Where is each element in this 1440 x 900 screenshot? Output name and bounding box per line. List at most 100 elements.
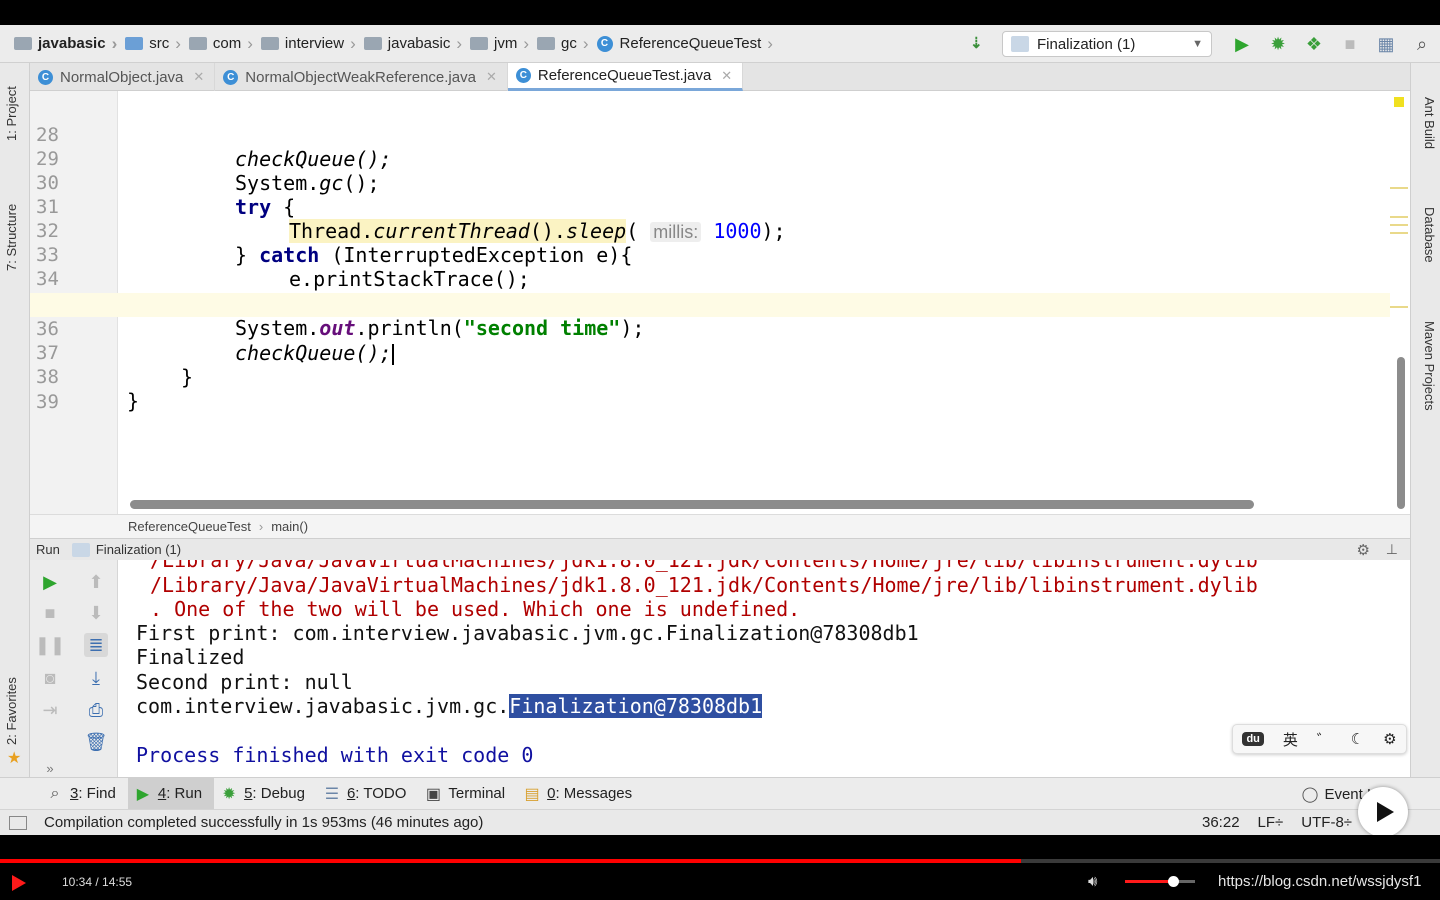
tool-database[interactable]: Database	[1422, 207, 1437, 263]
coverage-icon[interactable]: ❖	[1296, 30, 1332, 58]
tool-project[interactable]: 1: Project	[4, 86, 19, 141]
tool-tab-run[interactable]: ▶ 4: Run	[127, 777, 215, 810]
navigation-bar: javabasic › src › com › interview › javabasi…	[0, 25, 1440, 63]
project-structure-icon[interactable]: ▦	[1368, 30, 1404, 58]
scroll-to-end-icon[interactable]: ⤓	[84, 666, 108, 690]
trash-icon[interactable]: 🗑	[84, 730, 108, 754]
search-icon: ⌕	[50, 784, 60, 802]
tab-reference-queue-test[interactable]: C ReferenceQueueTest.java ✕	[507, 63, 744, 91]
chevron-right-icon: ›	[111, 33, 118, 53]
console-line-path: /Library/Java/JavaVirtualMachines/jdk1.8…	[150, 573, 1258, 597]
error-stripe-mark[interactable]	[1390, 232, 1408, 234]
down-arrow-icon[interactable]: ⬇	[84, 601, 108, 625]
tool-ant-build[interactable]: Ant Build	[1422, 97, 1437, 149]
exit-icon[interactable]: ⇥	[38, 698, 62, 722]
status-message: Compilation completed successfully in 1s…	[44, 814, 484, 831]
file-encoding[interactable]: UTF-8÷	[1301, 814, 1352, 831]
ime-language-toggle[interactable]: 英	[1283, 729, 1298, 750]
analysis-status-icon[interactable]	[1394, 97, 1404, 107]
error-stripe-mark[interactable]	[1390, 306, 1408, 308]
soft-wrap-icon[interactable]: ≣	[84, 633, 108, 657]
breadcrumb-class[interactable]: ReferenceQueueTest	[128, 519, 251, 534]
volume-icon[interactable]: 🔊︎	[1088, 873, 1097, 890]
code-line-39: 39	[36, 391, 59, 413]
close-icon[interactable]: ✕	[193, 69, 204, 85]
package-icon	[537, 37, 555, 50]
close-icon[interactable]: ✕	[486, 69, 497, 85]
run-console[interactable]: /Library/Java/JavaVirtualMachines/jdk1.8…	[118, 560, 1410, 777]
code-editor[interactable]: 28 checkQueue(); 29 System.gc(); 30 try …	[30, 91, 1410, 514]
play-icon[interactable]	[12, 875, 26, 891]
crumb-jvm[interactable]: jvm ›	[470, 25, 537, 62]
camera-icon[interactable]: ◙	[38, 666, 62, 690]
code-line-35: 35 System.out.println("second time");	[36, 293, 645, 340]
error-stripe-mark[interactable]	[1390, 187, 1408, 189]
chevron-right-icon: ›	[258, 519, 264, 534]
code-line-33: 33 e.printStackTrace();	[36, 244, 530, 291]
horizontal-scrollbar[interactable]	[130, 500, 1254, 509]
close-icon[interactable]: ✕	[721, 68, 732, 84]
run-icon[interactable]: ▶	[1224, 30, 1260, 58]
gear-icon[interactable]: ⚙	[1383, 730, 1396, 748]
caret-position[interactable]: 36:22	[1202, 814, 1240, 831]
gear-icon[interactable]: ⚙	[1357, 541, 1370, 559]
tool-maven-projects[interactable]: Maven Projects	[1422, 321, 1437, 411]
tool-tab-messages[interactable]: ▤ 0: Messages	[517, 778, 644, 810]
volume-knob[interactable]	[1168, 876, 1179, 887]
crumb-src[interactable]: src ›	[125, 25, 189, 62]
tab-normal-object[interactable]: C NormalObject.java ✕	[30, 63, 216, 91]
moon-icon[interactable]: ☾	[1351, 730, 1364, 748]
video-play-button[interactable]	[1358, 787, 1408, 837]
crumb-class[interactable]: C ReferenceQueueTest ›	[596, 25, 781, 62]
crumb-project[interactable]: javabasic ›	[14, 25, 125, 62]
vertical-scrollbar[interactable]	[1397, 357, 1405, 509]
code-line-32: 32 } catch (InterruptedException e){	[36, 220, 633, 267]
error-stripe-mark[interactable]	[1390, 216, 1408, 218]
stop-icon[interactable]: ■	[1332, 30, 1368, 58]
editor-breadcrumb: ReferenceQueueTest › main()	[30, 514, 1410, 538]
up-arrow-icon[interactable]: ⬆	[84, 570, 108, 594]
hide-panel-icon[interactable]: ⊥	[1386, 541, 1398, 558]
package-icon	[363, 37, 382, 50]
pause-icon[interactable]: ❚❚	[35, 633, 65, 657]
line-separator[interactable]: LF÷	[1258, 814, 1284, 831]
crumb-javabasic[interactable]: javabasic ›	[363, 25, 470, 62]
breadcrumb-method[interactable]: main()	[271, 519, 308, 534]
debug-bug-icon[interactable]: ✹	[1260, 30, 1296, 58]
stop-icon[interactable]: ■	[38, 601, 62, 625]
baidu-ime-logo[interactable]: du	[1242, 732, 1264, 746]
terminal-icon: ▣	[425, 785, 441, 803]
selected-text: Finalization@78308db1	[509, 694, 763, 718]
tool-tab-terminal[interactable]: ▣ Terminal	[418, 778, 517, 810]
crumb-com[interactable]: com ›	[188, 25, 261, 62]
error-stripe-mark[interactable]	[1390, 224, 1408, 226]
run-panel-label: Run	[36, 542, 60, 557]
tool-tab-todo[interactable]: ☰ 6: TODO	[317, 778, 418, 810]
run-tab[interactable]: Finalization (1)	[96, 542, 181, 557]
console-line-path: /Library/Java/JavaVirtualMachines/jdk1.8…	[150, 560, 1258, 572]
print-icon[interactable]: ⎙	[84, 698, 108, 722]
punctuation-icon[interactable]: ゛	[1317, 729, 1332, 750]
tab-normal-object-weak-reference[interactable]: C NormalObjectWeakReference.java ✕	[215, 63, 508, 91]
ime-toolbar: du 英 ゛ ☾ ⚙	[1232, 724, 1407, 754]
crumb-interview[interactable]: interview ›	[260, 25, 364, 62]
console-line-warning: . One of the two will be used. Which one…	[150, 597, 801, 621]
package-icon	[470, 37, 488, 50]
tool-tab-find[interactable]: ⌕ 3: Find	[40, 778, 128, 810]
star-icon: ★	[7, 750, 22, 767]
java-app-icon	[1011, 36, 1029, 52]
run-config-select[interactable]: Finalization (1) ▼	[1002, 31, 1212, 57]
code-line-37: 37 }	[36, 342, 194, 389]
tool-favorites[interactable]: 2: Favorites	[4, 677, 19, 745]
code-line-34: 34 }	[36, 268, 247, 315]
debug-bug-icon: ✹	[222, 785, 236, 803]
code-line-38: 38 }	[36, 366, 140, 413]
tool-structure[interactable]: 7: Structure	[4, 204, 19, 271]
search-icon[interactable]: ⌕	[1404, 30, 1440, 58]
rerun-icon[interactable]: ▶	[38, 570, 62, 594]
crumb-gc[interactable]: gc ›	[537, 25, 597, 62]
sort-icon[interactable]: ⇣	[970, 34, 992, 54]
tool-windows-toggle-icon[interactable]	[9, 815, 27, 830]
tool-tab-debug[interactable]: ✹ 5: Debug	[214, 778, 317, 810]
chevron-right-icon: ›	[582, 33, 589, 53]
